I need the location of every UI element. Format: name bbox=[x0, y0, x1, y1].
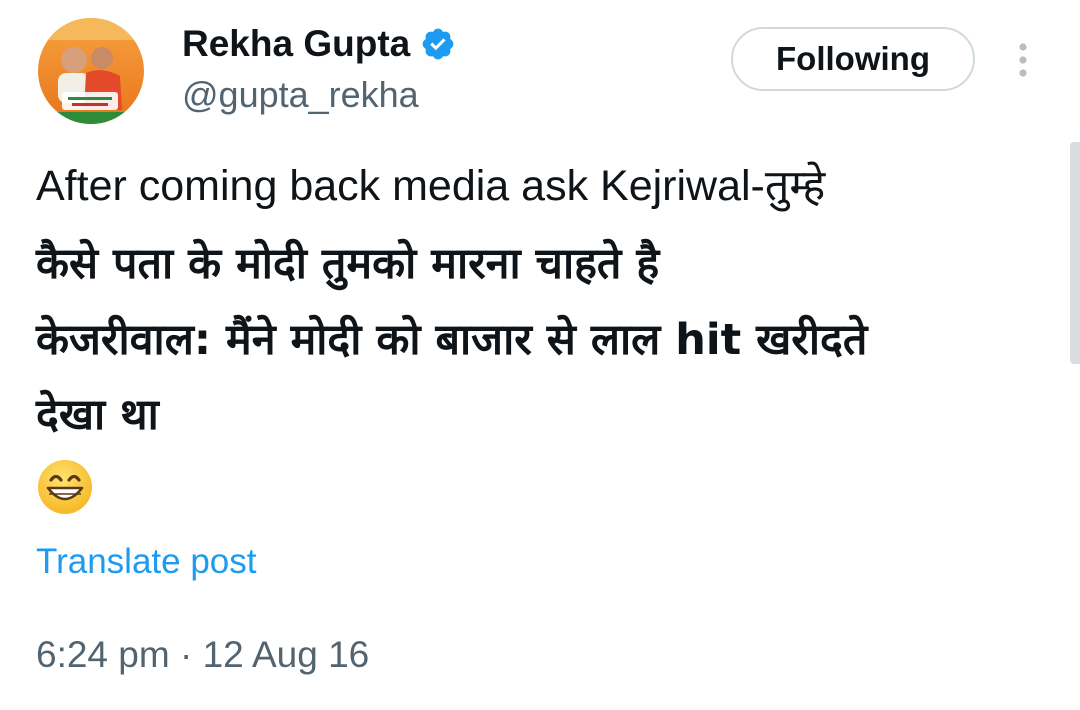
user-handle[interactable]: @gupta_rekha bbox=[182, 74, 419, 116]
following-button[interactable]: Following bbox=[731, 27, 975, 91]
tweet-text-line: केजरीवाल: मैंने मोदी को बाजार से लाल hit… bbox=[36, 315, 868, 365]
tweet-time[interactable]: 6:24 pm bbox=[36, 634, 170, 675]
tweet-date[interactable]: 12 Aug 16 bbox=[203, 634, 370, 675]
grinning-face-icon bbox=[36, 458, 94, 516]
verified-badge-icon bbox=[420, 26, 456, 62]
display-name[interactable]: Rekha Gupta bbox=[182, 23, 410, 65]
avatar[interactable] bbox=[38, 18, 144, 124]
tweet-text-line: कैसे पता के मोदी तुमको मारना चाहते है bbox=[36, 239, 660, 289]
more-vertical-icon[interactable] bbox=[1008, 36, 1038, 86]
name-row: Rekha Gupta bbox=[182, 22, 456, 66]
meta-separator: · bbox=[169, 634, 203, 675]
tweet-text-line: देखा था bbox=[36, 390, 159, 440]
scrollbar[interactable] bbox=[1070, 142, 1080, 364]
tweet-text-line: After coming back media ask Kejriwal-तुम… bbox=[36, 162, 826, 210]
translate-post-link[interactable]: Translate post bbox=[36, 542, 256, 582]
avatar-image bbox=[38, 18, 144, 124]
tweet-meta: 6:24 pm · 12 Aug 16 bbox=[36, 634, 369, 676]
